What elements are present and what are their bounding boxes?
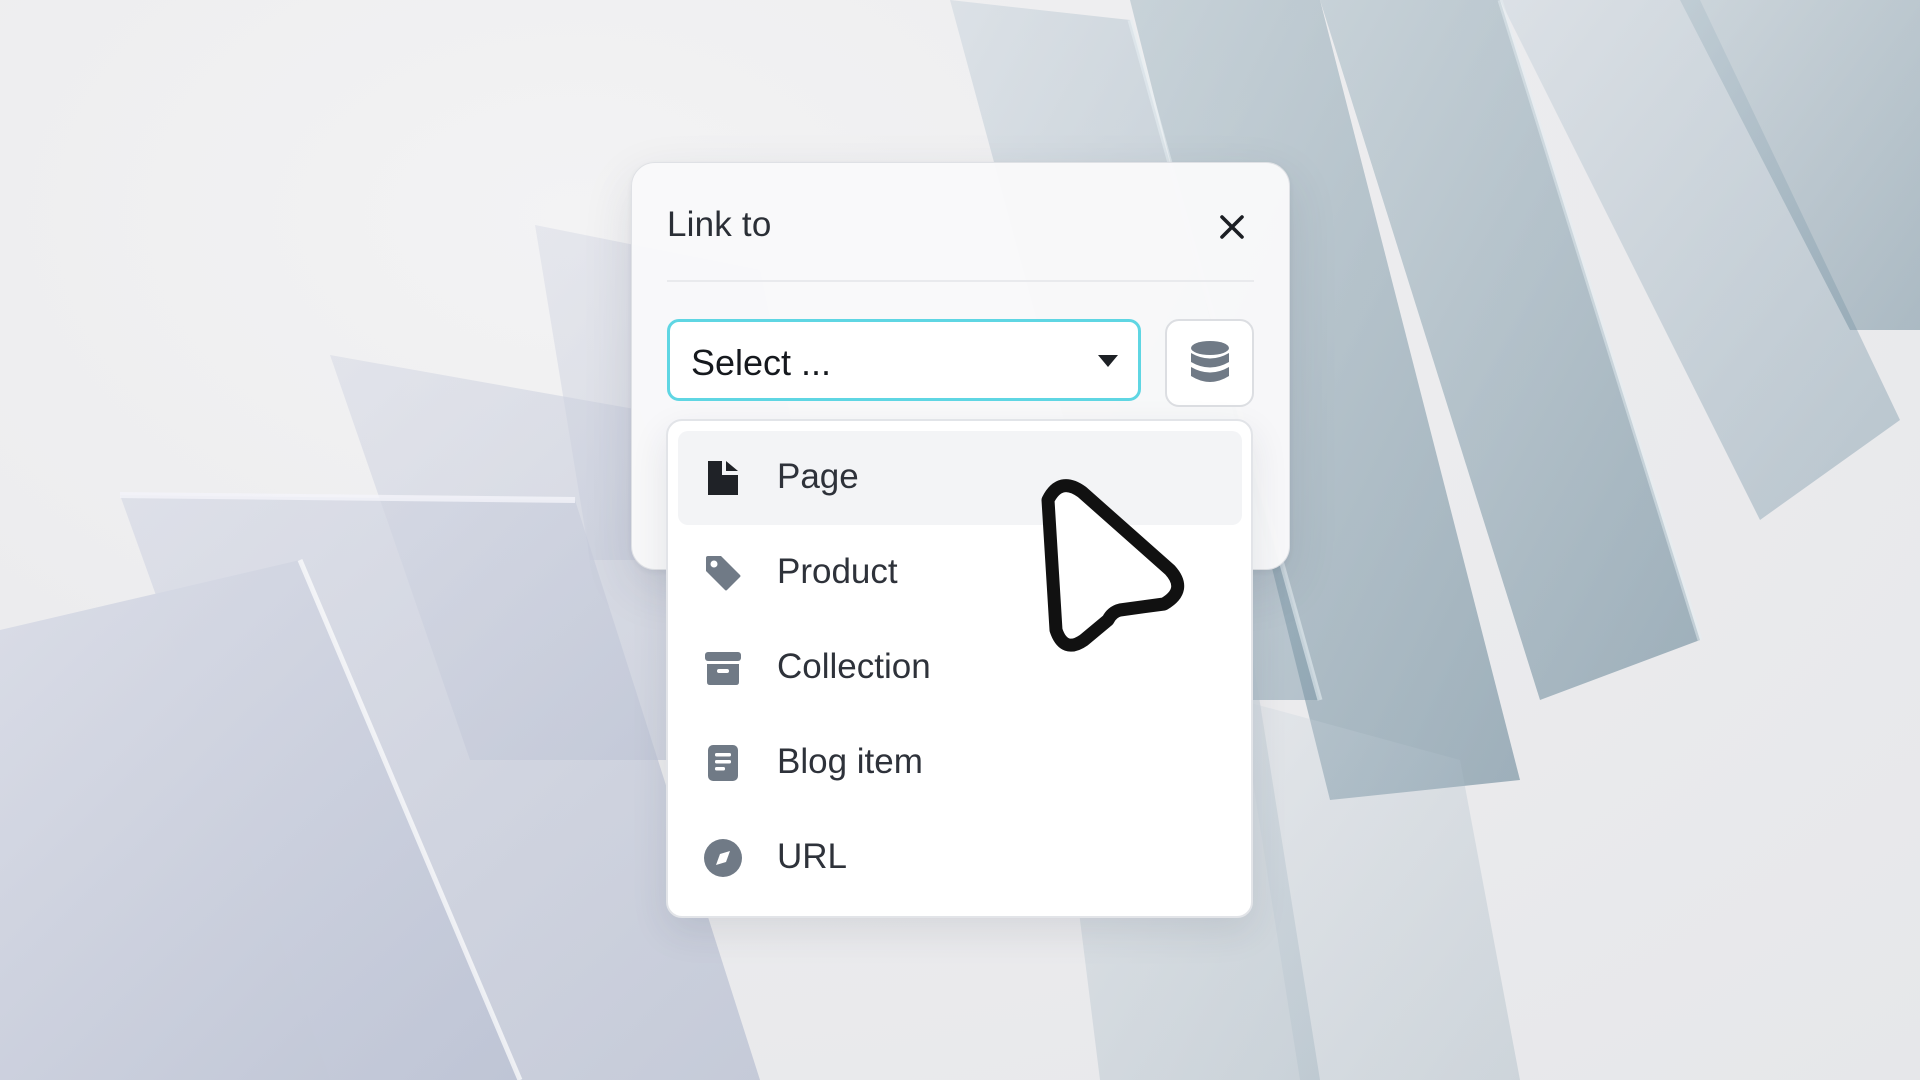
menu-item-label: URL [777,837,848,876]
menu-item-label: Page [777,457,859,496]
database-icon [1190,341,1229,382]
page-icon [702,457,744,499]
dialog-title: Link to [667,205,772,244]
menu-item-label: Collection [777,647,931,686]
compass-icon [702,837,744,879]
close-icon [1220,215,1244,239]
data-source-button[interactable] [1165,319,1254,407]
dialog-header: Link to [667,163,1254,282]
caret-down-icon [1098,355,1118,367]
tag-icon [702,552,744,594]
select-value: Select ... [691,342,832,383]
link-type-select[interactable]: Select ... [667,319,1141,401]
menu-item-blog-item[interactable]: Blog item [678,716,1242,810]
close-button[interactable] [1210,205,1254,249]
menu-item-url[interactable]: URL [678,811,1242,905]
document-icon [702,742,744,784]
menu-item-label: Product [777,552,898,591]
background-scene: Link to Select ... Page Product Collecti… [0,0,1920,1080]
archive-icon [702,647,744,689]
mouse-pointer-icon [1041,479,1185,652]
menu-item-label: Blog item [777,742,923,781]
